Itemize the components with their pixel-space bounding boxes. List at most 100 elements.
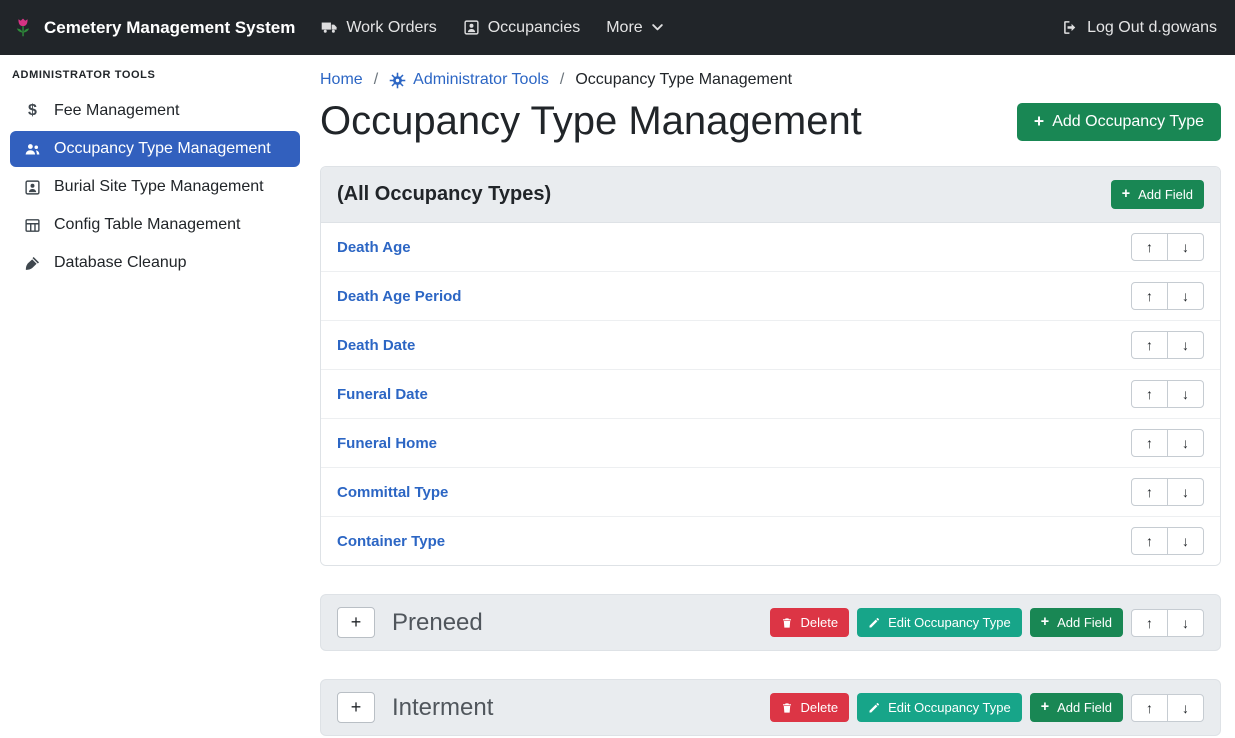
delete-button[interactable]: Delete xyxy=(770,693,850,722)
trash-icon xyxy=(781,702,793,714)
move-button-group: ↑ ↓ xyxy=(1131,233,1204,261)
move-up-button[interactable]: ↑ xyxy=(1131,282,1168,310)
breadcrumb-home-label: Home xyxy=(320,71,363,89)
occupancy-type-card-interment: + Interment Delete Edit Occupancy Type +… xyxy=(320,679,1221,736)
app-brand[interactable]: Cemetery Management System xyxy=(12,17,295,39)
move-button-group: ↑ ↓ xyxy=(1131,331,1204,359)
group-actions: Delete Edit Occupancy Type + Add Field ↑… xyxy=(770,608,1204,637)
occupancy-type-title: Interment xyxy=(392,694,493,722)
sidebar-item-database-cleanup[interactable]: Database Cleanup xyxy=(10,245,300,281)
add-occupancy-type-button[interactable]: + Add Occupancy Type xyxy=(1017,103,1221,141)
logout-icon xyxy=(1062,19,1079,36)
edit-label: Edit Occupancy Type xyxy=(888,700,1011,715)
breadcrumb-admin-tools-link[interactable]: Administrator Tools xyxy=(389,71,549,89)
field-row: Container Type ↑ ↓ xyxy=(321,516,1220,565)
nav-occupancies[interactable]: Occupancies xyxy=(463,19,581,37)
plus-icon: + xyxy=(1034,113,1044,131)
all-types-card-title: (All Occupancy Types) xyxy=(337,183,551,206)
group-actions: Delete Edit Occupancy Type + Add Field ↑… xyxy=(770,693,1204,722)
users-icon xyxy=(24,141,41,158)
sidebar-item-occupancy-type-management[interactable]: Occupancy Type Management xyxy=(10,131,300,167)
move-down-button[interactable]: ↓ xyxy=(1167,694,1204,722)
field-row: Death Date ↑ ↓ xyxy=(321,320,1220,369)
field-link-death-age-period[interactable]: Death Age Period xyxy=(337,288,461,305)
field-link-death-age[interactable]: Death Age xyxy=(337,239,411,256)
sidebar-item-burial-site-type-management[interactable]: Burial Site Type Management xyxy=(10,169,300,205)
truck-icon xyxy=(321,19,338,36)
sidebar-item-label: Database Cleanup xyxy=(54,254,187,272)
nav-work-orders[interactable]: Work Orders xyxy=(321,19,436,37)
delete-label: Delete xyxy=(801,700,839,715)
broom-icon xyxy=(24,255,41,272)
sidebar-item-label: Burial Site Type Management xyxy=(54,178,264,196)
move-up-button[interactable]: ↑ xyxy=(1131,694,1168,722)
expand-button[interactable]: + xyxy=(337,692,375,723)
page-layout: Administrator Tools $ Fee Management Occ… xyxy=(0,55,1235,738)
move-button-group: ↑ ↓ xyxy=(1131,609,1204,637)
table-icon xyxy=(24,217,41,234)
trash-icon xyxy=(781,617,793,629)
move-button-group: ↑ ↓ xyxy=(1131,380,1204,408)
breadcrumb-home-link[interactable]: Home xyxy=(320,71,363,89)
move-down-button[interactable]: ↓ xyxy=(1167,282,1204,310)
plus-icon: + xyxy=(1041,700,1049,714)
add-occupancy-type-label: Add Occupancy Type xyxy=(1052,113,1204,131)
move-up-button[interactable]: ↑ xyxy=(1131,478,1168,506)
logout-link[interactable]: Log Out d.gowans xyxy=(1062,19,1217,37)
tulip-logo-icon xyxy=(12,17,34,39)
move-up-button[interactable]: ↑ xyxy=(1131,233,1168,261)
move-down-button[interactable]: ↓ xyxy=(1167,527,1204,555)
move-down-button[interactable]: ↓ xyxy=(1167,380,1204,408)
move-down-button[interactable]: ↓ xyxy=(1167,478,1204,506)
add-field-button[interactable]: + Add Field xyxy=(1111,180,1204,209)
nav-occupancies-label: Occupancies xyxy=(488,19,581,37)
field-row: Death Age Period ↑ ↓ xyxy=(321,271,1220,320)
page-title: Occupancy Type Management xyxy=(320,99,862,144)
move-down-button[interactable]: ↓ xyxy=(1167,609,1204,637)
move-down-button[interactable]: ↓ xyxy=(1167,429,1204,457)
sidebar-heading: Administrator Tools xyxy=(10,67,300,91)
delete-button[interactable]: Delete xyxy=(770,608,850,637)
expand-button[interactable]: + xyxy=(337,607,375,638)
move-up-button[interactable]: ↑ xyxy=(1131,527,1168,555)
edit-occupancy-type-button[interactable]: Edit Occupancy Type xyxy=(857,693,1022,722)
sidebar-item-label: Config Table Management xyxy=(54,216,241,234)
chevron-down-icon xyxy=(651,21,664,34)
logout-label: Log Out d.gowans xyxy=(1087,19,1217,37)
add-field-button[interactable]: + Add Field xyxy=(1030,608,1123,637)
move-down-button[interactable]: ↓ xyxy=(1167,233,1204,261)
move-button-group: ↑ ↓ xyxy=(1131,429,1204,457)
field-link-funeral-home[interactable]: Funeral Home xyxy=(337,435,437,452)
top-navbar: Cemetery Management System Work Orders O… xyxy=(0,0,1235,55)
move-up-button[interactable]: ↑ xyxy=(1131,429,1168,457)
person-frame-icon xyxy=(463,19,480,36)
occupancy-type-card-preneed: + Preneed Delete Edit Occupancy Type + A… xyxy=(320,594,1221,651)
sidebar-item-config-table-management[interactable]: Config Table Management xyxy=(10,207,300,243)
move-up-button[interactable]: ↑ xyxy=(1131,609,1168,637)
field-link-committal-type[interactable]: Committal Type xyxy=(337,484,448,501)
nav-work-orders-label: Work Orders xyxy=(346,19,436,37)
field-link-funeral-date[interactable]: Funeral Date xyxy=(337,386,428,403)
move-down-button[interactable]: ↓ xyxy=(1167,331,1204,359)
add-field-label: Add Field xyxy=(1057,615,1112,630)
add-field-button[interactable]: + Add Field xyxy=(1030,693,1123,722)
move-button-group: ↑ ↓ xyxy=(1131,478,1204,506)
field-link-container-type[interactable]: Container Type xyxy=(337,533,445,550)
move-up-button[interactable]: ↑ xyxy=(1131,380,1168,408)
breadcrumb-current: Occupancy Type Management xyxy=(575,71,792,89)
field-link-death-date[interactable]: Death Date xyxy=(337,337,415,354)
sidebar-item-label: Fee Management xyxy=(54,102,179,120)
delete-label: Delete xyxy=(801,615,839,630)
all-occupancy-types-card: (All Occupancy Types) + Add Field Death … xyxy=(320,166,1221,566)
nav-more-dropdown[interactable]: More xyxy=(606,19,663,37)
breadcrumb-separator: / xyxy=(560,71,564,89)
app-title: Cemetery Management System xyxy=(44,18,295,38)
move-up-button[interactable]: ↑ xyxy=(1131,331,1168,359)
nav-more-label: More xyxy=(606,19,642,37)
edit-occupancy-type-button[interactable]: Edit Occupancy Type xyxy=(857,608,1022,637)
sidebar-item-fee-management[interactable]: $ Fee Management xyxy=(10,93,300,129)
field-row: Committal Type ↑ ↓ xyxy=(321,467,1220,516)
occupancy-type-title: Preneed xyxy=(392,609,483,637)
move-button-group: ↑ ↓ xyxy=(1131,694,1204,722)
pencil-icon xyxy=(868,702,880,714)
